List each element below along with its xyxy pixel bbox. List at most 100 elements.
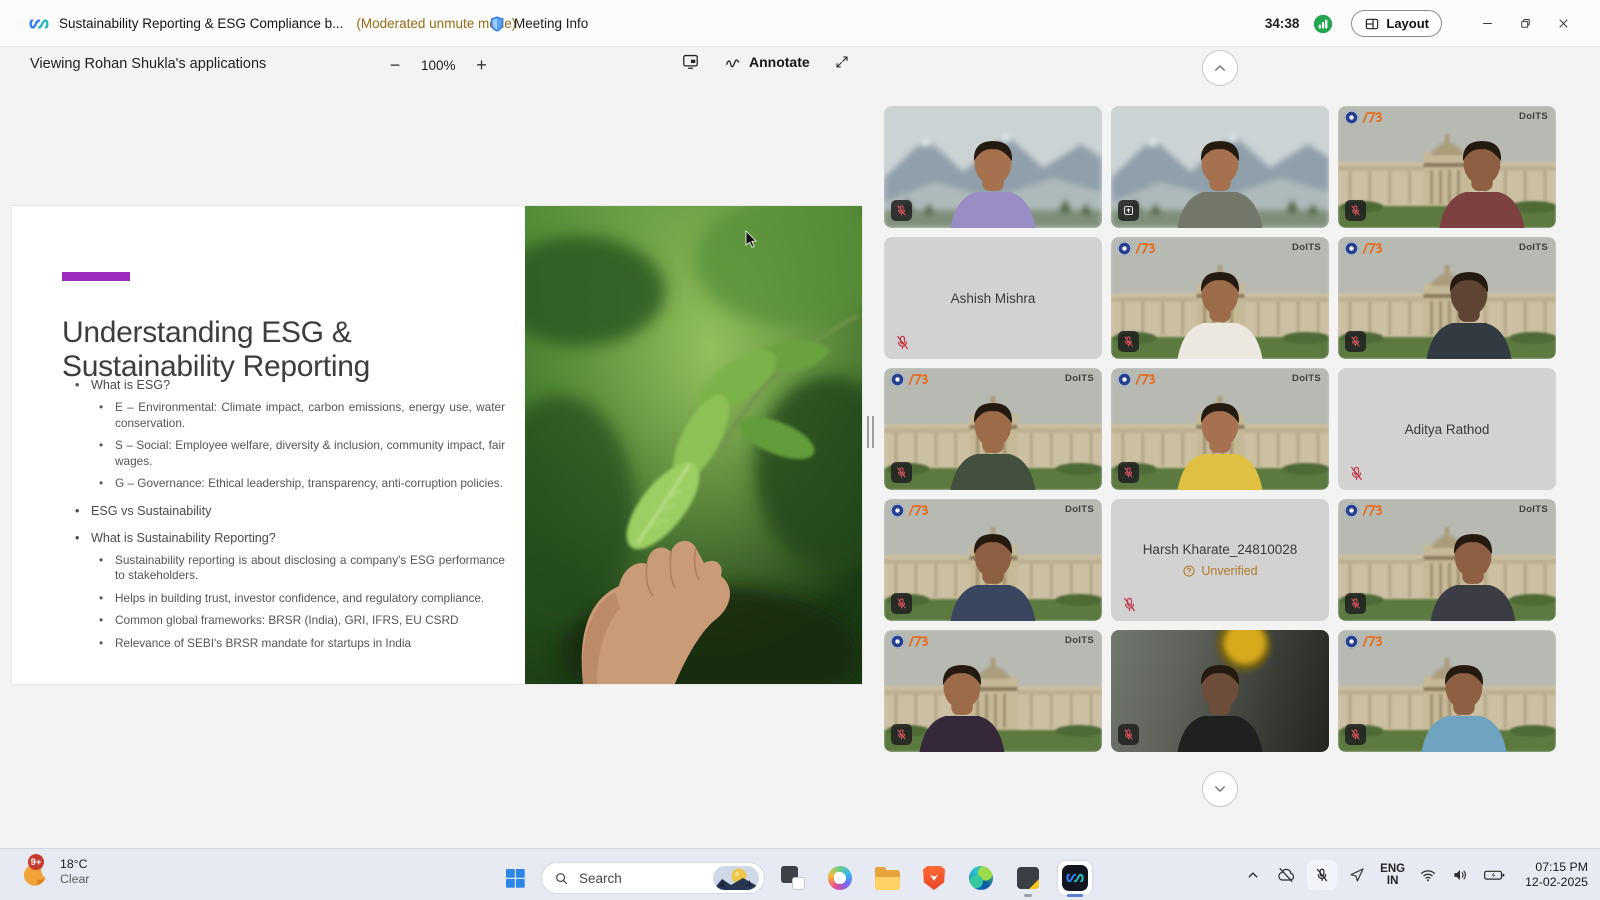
iitr-175-logo [907,635,931,648]
clock-time: 07:15 PM [1525,860,1588,875]
tray-mic-button[interactable] [1307,860,1337,890]
tray-expand-button[interactable] [1241,863,1265,887]
zoom-out-button[interactable]: − [384,52,406,78]
search-highlight-image[interactable] [713,866,759,890]
connection-quality-icon[interactable] [1313,14,1333,34]
windows-logo-icon [503,866,527,890]
participant-tile[interactable]: DoITS [1111,368,1329,490]
participant-name: Aditya Rathod [1405,422,1490,437]
restore-icon [1518,16,1533,31]
mic-muted-icon [891,724,912,745]
mic-muted-icon [1345,331,1366,352]
scroll-up-button[interactable] [1202,50,1238,86]
iitr-175-logo [1361,242,1385,255]
participant-tile[interactable] [884,106,1102,228]
iitr-175-logo [907,373,931,386]
file-explorer-button[interactable] [868,858,906,898]
participant-tile[interactable] [1111,630,1329,752]
maximize-button[interactable] [1506,4,1544,44]
language-indicator[interactable]: ENG IN [1380,863,1405,888]
campus-logo [1345,111,1385,124]
brave-icon [923,866,945,890]
bullet-subitem: Common global frameworks: BRSR (India), … [97,613,505,629]
mic-muted-icon [1345,593,1366,614]
search-icon [554,871,569,886]
iitr-175-logo [907,504,931,517]
campus-logo [891,635,931,648]
weather-badge: 9+ [28,854,44,870]
zoom-in-button[interactable]: + [471,52,493,78]
iitr-emblem-icon [1118,373,1131,386]
participant-tile[interactable]: Ashish Mishra [884,237,1102,359]
bullet-item: What is ESG? [62,378,508,393]
campus-logo [1345,504,1385,517]
doits-watermark: DoITS [1292,373,1321,384]
participant-video [1394,266,1544,359]
bullet-subitem: G – Governance: Ethical leadership, tran… [97,476,505,492]
iitr-emblem-icon [891,373,904,386]
copilot-button[interactable] [821,858,859,898]
webex-app-button[interactable] [1056,858,1094,898]
pip-view-button[interactable] [681,52,700,71]
mic-muted-icon [1118,462,1139,483]
minimize-button[interactable] [1468,4,1506,44]
participant-video [918,135,1068,228]
start-button[interactable] [498,861,532,895]
campus-logo [1345,242,1385,255]
close-button[interactable] [1544,4,1582,44]
search-input[interactable] [577,870,705,887]
weather-temp: 18°C [60,857,89,872]
participant-video [1145,135,1295,228]
participant-tile[interactable]: DoITS [884,499,1102,621]
minimize-icon [1480,16,1495,31]
meeting-title: Sustainability Reporting & ESG Complianc… [59,16,343,31]
battery-button[interactable] [1480,862,1509,888]
mic-muted-icon [1345,200,1366,221]
clock[interactable]: 07:15 PM 12-02-2025 [1525,860,1588,890]
iitr-175-logo [1361,504,1385,517]
wifi-button[interactable] [1416,863,1440,887]
iitr-175-logo [1134,242,1158,255]
participant-tile[interactable]: DoITS [1338,106,1556,228]
unverified-badge: Unverified [1182,564,1257,578]
mouse-cursor [745,230,757,249]
panel-drag-handle[interactable] [867,416,874,448]
mic-muted-icon [1118,331,1139,352]
bullet-subitem: Relevance of SEBI's BRSR mandate for sta… [97,636,505,652]
annotate-button[interactable]: Annotate [724,52,810,71]
folder-icon [875,870,900,890]
zoom-level: 100% [421,58,456,73]
meeting-info-button[interactable]: Meeting Info [488,0,588,47]
mic-muted-icon [1314,867,1330,883]
participant-tile[interactable]: DoITS [884,630,1102,752]
edge-browser-button[interactable] [962,858,1000,898]
scroll-down-button[interactable] [1202,771,1238,807]
participant-tile[interactable] [1338,630,1556,752]
brave-browser-button[interactable] [915,858,953,898]
layout-button[interactable]: Layout [1351,10,1442,37]
edge-icon [969,866,993,890]
participant-tile[interactable]: Aditya Rathod [1338,368,1556,490]
participant-video [918,528,1068,621]
campus-logo [1118,242,1158,255]
participant-video [1407,135,1556,228]
participant-tile[interactable] [1111,106,1329,228]
language-line1: ENG [1380,863,1405,876]
participant-tile[interactable]: DoITS [884,368,1102,490]
location-indicator[interactable] [1345,863,1369,887]
task-view-button[interactable] [774,858,812,898]
taskbar-search[interactable] [541,862,765,894]
weather-widget[interactable]: 9+ 18°C Clear [22,856,89,888]
volume-button[interactable] [1448,863,1472,887]
meeting-info-label: Meeting Info [514,16,588,31]
notepad-button[interactable] [1009,858,1047,898]
participant-tile[interactable]: Harsh Kharate_24810028 Unverified [1111,499,1329,621]
participant-tile[interactable]: DoITS [1338,237,1556,359]
campus-logo [1118,373,1158,386]
wifi-icon [1419,866,1437,884]
onedrive-paused-button[interactable] [1273,862,1299,888]
participant-tile[interactable]: DoITS [1111,237,1329,359]
participant-tile[interactable]: DoITS [1338,499,1556,621]
expand-button[interactable] [834,54,850,70]
notepad-icon [1017,867,1039,889]
